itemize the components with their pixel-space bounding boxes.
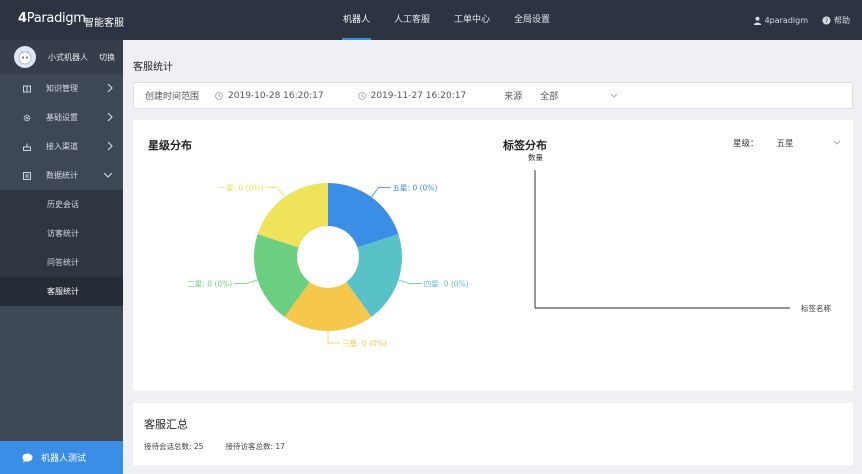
top-nav: 机器人 人工客服 工单中心 全局设置 xyxy=(338,0,569,40)
source-value: 全部 xyxy=(540,92,559,102)
menu-knowledge-label: 知识管理 xyxy=(46,84,78,93)
top-bar: 4Paradigm 智能客服 机器人 人工客服 工单中心 全局设置 4parad… xyxy=(0,0,862,40)
logo[interactable]: 4Paradigm xyxy=(18,11,86,26)
submenu-qa-stats[interactable]: 问答统计 xyxy=(0,248,123,277)
stats-icon xyxy=(22,171,32,180)
robot-selector: 小式机器人 切换 xyxy=(0,40,123,74)
chevron-right-icon xyxy=(107,112,113,122)
leader-line xyxy=(327,331,340,344)
switch-robot-button[interactable]: 切换 xyxy=(99,52,115,63)
label-three-star: 三星: 0 (0%) xyxy=(342,339,387,348)
menu-channels[interactable]: 接入渠道 xyxy=(0,132,123,161)
label-five-star: 五星: 0 (0%) xyxy=(393,183,438,192)
submenu-agent-stats[interactable]: 客服统计 xyxy=(0,277,123,306)
submenu-history-sessions[interactable]: 历史会话 xyxy=(0,190,123,219)
robot-test-button[interactable]: 机器人测试 xyxy=(0,441,123,474)
end-date-picker[interactable]: 2019-11-27 16:20:17 xyxy=(357,90,467,101)
robot-test-label: 机器人测试 xyxy=(41,454,87,464)
source-label: 来源 xyxy=(504,92,523,102)
rating-donut-chart: 五星: 0 (0%) 四星: 0 (0%) 三星: 0 (0%) 二星: 0 (0%)… xyxy=(187,183,469,348)
chevron-down-icon xyxy=(610,93,618,98)
menu-channels-label: 接入渠道 xyxy=(46,142,78,151)
filter-bar: 创建时间范围 2019-10-28 16:20:17 2019-11-27 16… xyxy=(133,82,853,109)
tag-chart-ylabel: 数量 xyxy=(528,152,543,162)
nav-human-service[interactable]: 人工客服 xyxy=(389,0,435,40)
nav-robot[interactable]: 机器人 xyxy=(338,0,375,40)
tag-bar-chart: 数量 标签名称 xyxy=(528,152,831,313)
label-two-star: 二星: 0 (0%) xyxy=(187,280,232,289)
tag-chart-xlabel: 标签名称 xyxy=(801,303,831,313)
nav-ticket-center[interactable]: 工单中心 xyxy=(449,0,495,40)
chevron-down-icon xyxy=(833,140,840,145)
date-range-label: 创建时间范围 xyxy=(145,92,200,102)
channel-icon xyxy=(22,143,32,151)
source-select[interactable]: 全部 xyxy=(540,89,618,102)
rating-chart-title: 星级分布 xyxy=(148,139,192,152)
user-menu[interactable]: 4paradigm xyxy=(753,16,808,25)
label-one-star: 一星: 0 (0%) xyxy=(219,183,264,192)
sidebar: 小式机器人 切换 知识管理 基础设置 接入渠道 数据统计 历史会话 访客统计 问… xyxy=(0,40,123,474)
clock-icon xyxy=(357,91,366,100)
total-visitors: 接待访客总数: 17 xyxy=(225,442,285,451)
svg-text:?: ? xyxy=(825,17,828,24)
gear-icon xyxy=(22,114,32,122)
brand-title: 智能客服 xyxy=(84,18,124,29)
logo-word: Paradigm xyxy=(26,11,86,26)
user-icon xyxy=(753,16,761,25)
chat-bubble-icon xyxy=(22,453,33,462)
start-date-picker[interactable]: 2019-10-28 16:20:17 xyxy=(215,91,324,101)
submenu-visitor-stats[interactable]: 访客统计 xyxy=(0,219,123,248)
end-date-value: 2019-11-27 16:20:17 xyxy=(370,90,467,101)
leader-line xyxy=(265,187,285,198)
menu-data-stats[interactable]: 数据统计 xyxy=(0,161,123,190)
summary-card: 客服汇总 接待会话总数: 25 接待访客总数: 17 xyxy=(133,403,853,465)
menu-knowledge[interactable]: 知识管理 xyxy=(0,74,123,103)
summary-title: 客服汇总 xyxy=(144,418,188,431)
leader-line xyxy=(234,279,258,284)
menu-basic-settings-label: 基础设置 xyxy=(46,113,78,122)
top-right: 4paradigm ? 帮助 xyxy=(739,0,850,40)
chevron-right-icon xyxy=(107,141,113,151)
clock-icon xyxy=(215,91,223,100)
tag-rating-filter: 星级： 五星 xyxy=(733,137,841,149)
rating-select[interactable]: 五星 xyxy=(777,137,841,149)
robot-face-icon xyxy=(18,50,32,65)
robot-name: 小式机器人 xyxy=(48,52,88,62)
help-link[interactable]: ? 帮助 xyxy=(822,15,850,26)
total-sessions: 接待会话总数: 25 xyxy=(144,442,204,451)
page-title: 客服统计 xyxy=(133,62,173,73)
menu-basic-settings[interactable]: 基础设置 xyxy=(0,103,123,132)
chevron-right-icon xyxy=(107,83,113,93)
menu-data-stats-label: 数据统计 xyxy=(46,171,78,180)
summary-row: 接待会话总数: 25 接待访客总数: 17 xyxy=(144,441,307,452)
tag-rating-label: 星级： xyxy=(733,139,759,149)
leader-line xyxy=(371,187,391,198)
help-label: 帮助 xyxy=(834,15,850,25)
leader-line xyxy=(398,279,422,284)
robot-avatar xyxy=(14,46,36,68)
start-date-value: 2019-10-28 16:20:17 xyxy=(228,90,324,101)
label-four-star: 四星: 0 (0%) xyxy=(424,280,469,289)
nav-global-settings[interactable]: 全局设置 xyxy=(509,0,555,40)
help-icon: ? xyxy=(822,15,831,24)
chevron-down-icon xyxy=(103,172,113,178)
charts-card: 星级分布 五星: 0 (0%) 四星: 0 (0%) 三星: 0 (0%) 二星: 0… xyxy=(133,120,853,391)
user-name: 4paradigm xyxy=(764,15,808,25)
logo-digit: 4 xyxy=(18,11,27,26)
rating-select-value: 五星 xyxy=(776,139,794,149)
book-icon xyxy=(22,85,32,93)
